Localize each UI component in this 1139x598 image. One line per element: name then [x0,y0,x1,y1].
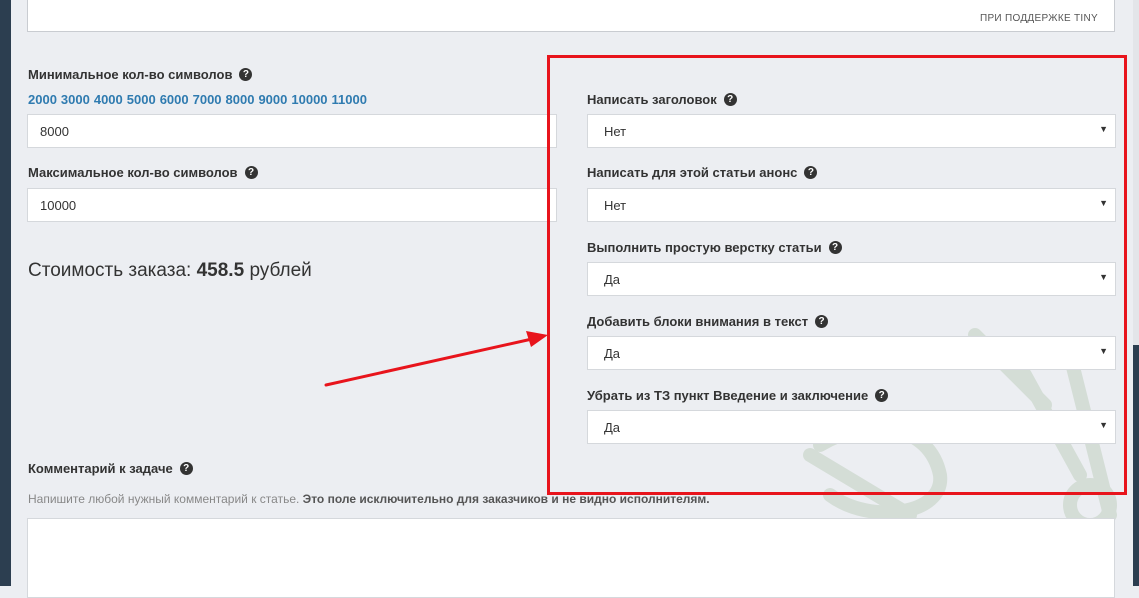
dropdown-arrow-icon: ▼ [1099,346,1108,356]
min-chars-presets: 2000 3000 4000 5000 6000 7000 8000 9000 … [28,92,367,107]
left-sidebar-edge [0,0,11,586]
min-chars-label: Минимальное кол-во символов ? [28,67,253,82]
option-label-attention-blocks: Добавить блоки внимания в текст ? [587,314,829,329]
max-chars-input[interactable]: 10000 [27,188,557,222]
preset-6000[interactable]: 6000 [160,92,189,107]
dropdown-arrow-icon: ▼ [1099,272,1108,282]
question-circle-icon[interactable]: ? [179,462,193,475]
min-chars-input[interactable]: 8000 [27,114,557,148]
dropdown-arrow-icon: ▼ [1099,124,1108,134]
comment-hint: Напишите любой нужный комментарий к стат… [28,492,710,506]
max-chars-label: Максимальное кол-во символов ? [28,165,258,180]
preset-7000[interactable]: 7000 [193,92,222,107]
question-circle-icon[interactable]: ? [239,68,253,81]
dropdown-arrow-icon: ▼ [1099,420,1108,430]
question-circle-icon[interactable]: ? [828,241,842,254]
option-label-layout: Выполнить простую верстку статьи ? [587,240,842,255]
preset-4000[interactable]: 4000 [94,92,123,107]
question-circle-icon[interactable]: ? [875,389,889,402]
comment-label: Комментарий к задаче ? [28,461,193,476]
preset-10000[interactable]: 10000 [291,92,327,107]
preset-9000[interactable]: 9000 [258,92,287,107]
option-label-title: Написать заголовок ? [587,92,737,107]
option-label-announce: Написать для этой статьи анонс ? [587,165,818,180]
red-annotation-arrow [324,331,548,387]
preset-11000[interactable]: 11000 [332,92,367,107]
select-simple-layout[interactable]: Да ▼ [587,262,1116,296]
select-write-title[interactable]: Нет ▼ [587,114,1116,148]
select-write-announce[interactable]: Нет ▼ [587,188,1116,222]
preset-8000[interactable]: 8000 [226,92,255,107]
question-circle-icon[interactable]: ? [723,93,737,106]
question-circle-icon[interactable]: ? [804,166,818,179]
order-price-amount: 458.5 [196,260,245,281]
powered-by-tiny[interactable]: ПРИ ПОДДЕРЖКЕ TINY [980,13,1098,24]
option-label-remove-intro: Убрать из ТЗ пункт Введение и заключение… [587,388,889,403]
select-remove-intro[interactable]: Да ▼ [587,410,1116,444]
question-circle-icon[interactable]: ? [244,166,258,179]
preset-2000[interactable]: 2000 [28,92,57,107]
rich-text-editor-statusbar: ПРИ ПОДДЕРЖКЕ TINY [27,0,1115,32]
scrollbar-thumb[interactable] [1133,345,1139,586]
order-price: Стоимость заказа: 458.5 рублей [28,260,312,281]
question-circle-icon[interactable]: ? [815,315,829,328]
preset-3000[interactable]: 3000 [61,92,90,107]
dropdown-arrow-icon: ▼ [1099,198,1108,208]
comment-textarea[interactable] [27,518,1115,598]
preset-5000[interactable]: 5000 [127,92,156,107]
select-attention-blocks[interactable]: Да ▼ [587,336,1116,370]
